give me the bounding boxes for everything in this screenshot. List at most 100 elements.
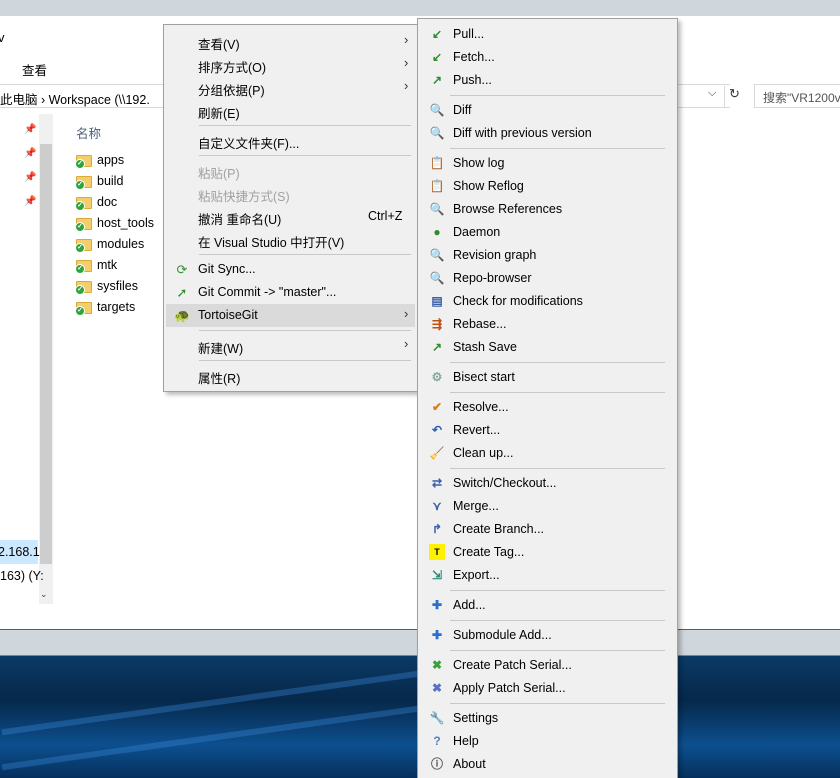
stash-icon: ↗: [431, 340, 443, 354]
menu-item-resolve[interactable]: ✔ Resolve...: [420, 396, 675, 419]
menu-item-label: 查看(V): [198, 38, 240, 52]
git-clean-overlay-icon: ✓: [75, 221, 85, 232]
menu-item-label: Settings: [453, 711, 499, 725]
menu-item-customize-folder[interactable]: 自定义文件夹(F)...: [166, 129, 415, 152]
menu-item-export[interactable]: ⇲ Export...: [420, 564, 675, 587]
menu-item-fetch[interactable]: ↙ Fetch...: [420, 46, 675, 69]
menu-item-browse-references[interactable]: 🔍 Browse References: [420, 198, 675, 221]
file-row-folder[interactable]: ✓ doc: [75, 192, 118, 212]
menu-item-label: 分组依据(P): [198, 84, 265, 98]
menu-separator: [450, 590, 665, 591]
folder-name: host_tools: [97, 216, 154, 230]
menu-item-git-sync[interactable]: ⟳ Git Sync...: [166, 258, 415, 281]
menu-item-group-by[interactable]: 分组依据(P) ›: [166, 76, 415, 99]
column-header-name[interactable]: 名称: [76, 123, 101, 142]
menu-item-undo-rename[interactable]: 撤消 重命名(U) Ctrl+Z: [166, 205, 415, 228]
menu-separator: [199, 254, 411, 255]
menu-item-label: Pull...: [453, 27, 485, 41]
menu-item-refresh[interactable]: 刷新(E): [166, 99, 415, 122]
menu-item-daemon[interactable]: ● Daemon: [420, 221, 675, 244]
pin-icon[interactable]: 📌: [24, 124, 36, 135]
folder-synced-icon: ✓: [75, 301, 92, 316]
menu-item-reflog[interactable]: 📋 Show Reflog: [420, 175, 675, 198]
menu-item-settings[interactable]: 🔧 Settings: [420, 707, 675, 730]
menu-item-switch[interactable]: ⇄ Switch/Checkout...: [420, 472, 675, 495]
pin-icon[interactable]: 📌: [24, 172, 36, 183]
menu-item-label: Export...: [453, 568, 500, 582]
revision-graph-icon: 🔍: [429, 248, 445, 262]
menu-item-label: 自定义文件夹(F)...: [198, 137, 300, 151]
file-row-folder[interactable]: ✓ apps: [75, 150, 125, 170]
menu-item-view[interactable]: 查看(V) ›: [166, 30, 415, 53]
menu-item-properties[interactable]: 属性(R): [166, 364, 415, 387]
menu-item-diff-previous[interactable]: 🔍 Diff with previous version: [420, 122, 675, 145]
file-row-folder[interactable]: ✓ sysfiles: [75, 276, 138, 296]
address-path[interactable]: 此电脑 › Workspace (\\192.: [0, 89, 150, 108]
menu-item-open-in-visual-studio[interactable]: 在 Visual Studio 中打开(V): [166, 228, 415, 251]
menu-item-push[interactable]: ↗ Push...: [420, 69, 675, 92]
menu-item-check-modifications[interactable]: ▤ Check for modifications: [420, 290, 675, 313]
menu-item-sort-by[interactable]: 排序方式(O) ›: [166, 53, 415, 76]
menu-item-label: Submodule Add...: [453, 628, 552, 642]
menu-item-tortoisegit[interactable]: 🐢 TortoiseGit ›: [166, 304, 415, 327]
menu-item-diff[interactable]: 🔍 Diff: [420, 99, 675, 122]
git-commit-icon: ➚: [176, 285, 188, 300]
menu-item-label: 在 Visual Studio 中打开(V): [198, 236, 345, 250]
menu-item-label: Resolve...: [453, 400, 509, 414]
folder-name: doc: [97, 195, 118, 209]
refresh-icon[interactable]: ↻: [724, 86, 744, 108]
file-row-folder[interactable]: ✓ build: [75, 171, 123, 191]
folder-synced-icon: ✓: [75, 238, 92, 253]
menu-item-revision-graph[interactable]: 🔍 Revision graph: [420, 244, 675, 267]
menu-item-rebase[interactable]: ⇶ Rebase...: [420, 313, 675, 336]
nav-item-mapped-drive[interactable]: 163) (Y:: [0, 569, 44, 583]
menu-item-pull[interactable]: ↙ Pull...: [420, 23, 675, 46]
branch-icon: ↱: [431, 522, 443, 536]
menu-item-label: Help: [453, 734, 479, 748]
file-row-folder[interactable]: ✓ mtk: [75, 255, 118, 275]
menu-separator: [450, 620, 665, 621]
file-row-folder[interactable]: ✓ host_tools: [75, 213, 154, 233]
file-row-folder[interactable]: ✓ modules: [75, 234, 144, 254]
menu-item-label: 排序方式(O): [198, 61, 267, 75]
menu-item-show-log[interactable]: 📋 Show log: [420, 152, 675, 175]
menu-item-create-patch[interactable]: ✖ Create Patch Serial...: [420, 654, 675, 677]
nav-scrollbar-thumb[interactable]: [40, 144, 52, 564]
menu-item-apply-patch[interactable]: ✖ Apply Patch Serial...: [420, 677, 675, 700]
menu-item-label: 刷新(E): [198, 107, 240, 121]
show-log-icon: 📋: [429, 156, 445, 170]
menu-item-new[interactable]: 新建(W) ›: [166, 334, 415, 357]
menu-item-bisect[interactable]: ⚙ Bisect start: [420, 366, 675, 389]
tag-icon: T: [429, 544, 445, 560]
diff-previous-icon: 🔍: [429, 126, 445, 140]
menu-item-branch[interactable]: ↱ Create Branch...: [420, 518, 675, 541]
search-input[interactable]: 搜索"VR1200v: [754, 84, 840, 108]
menu-item-stash[interactable]: ↗ Stash Save: [420, 336, 675, 359]
menu-item-add[interactable]: ✚ Add...: [420, 594, 675, 617]
menu-item-git-commit[interactable]: ➚ Git Commit -> "master"...: [166, 281, 415, 304]
menu-item-revert[interactable]: ↶ Revert...: [420, 419, 675, 442]
scroll-down-icon[interactable]: ⌄: [40, 589, 48, 600]
menu-item-merge[interactable]: ⋎ Merge...: [420, 495, 675, 518]
nav-item-network-drive[interactable]: 2.168.1: [0, 545, 40, 559]
menu-item-repo-browser[interactable]: 🔍 Repo-browser: [420, 267, 675, 290]
git-clean-overlay-icon: ✓: [75, 263, 85, 274]
push-icon: ↗: [431, 73, 443, 87]
about-icon: ⓘ: [430, 757, 443, 771]
menu-item-tag[interactable]: T Create Tag...: [420, 541, 675, 564]
menu-item-submodule-add[interactable]: ✚ Submodule Add...: [420, 624, 675, 647]
menu-item-help[interactable]: ? Help: [420, 730, 675, 753]
ribbon-tab-view[interactable]: 查看: [22, 60, 47, 79]
pin-icon[interactable]: 📌: [24, 196, 36, 207]
pin-icon[interactable]: 📌: [24, 148, 36, 159]
menu-item-label: Revision graph: [453, 248, 537, 262]
file-row-folder[interactable]: ✓ targets: [75, 297, 135, 317]
menu-item-cleanup[interactable]: 🧹 Clean up...: [420, 442, 675, 465]
folder-name: mtk: [97, 258, 118, 272]
menu-item-about[interactable]: ⓘ About: [420, 753, 675, 776]
menu-item-paste-shortcut[interactable]: 粘贴快捷方式(S): [166, 182, 415, 205]
menu-item-label: Show Reflog: [453, 179, 524, 193]
menu-item-paste[interactable]: 粘贴(P): [166, 159, 415, 182]
folder-name: apps: [97, 153, 125, 167]
address-dropdown-icon[interactable]: ⌵: [708, 87, 716, 100]
